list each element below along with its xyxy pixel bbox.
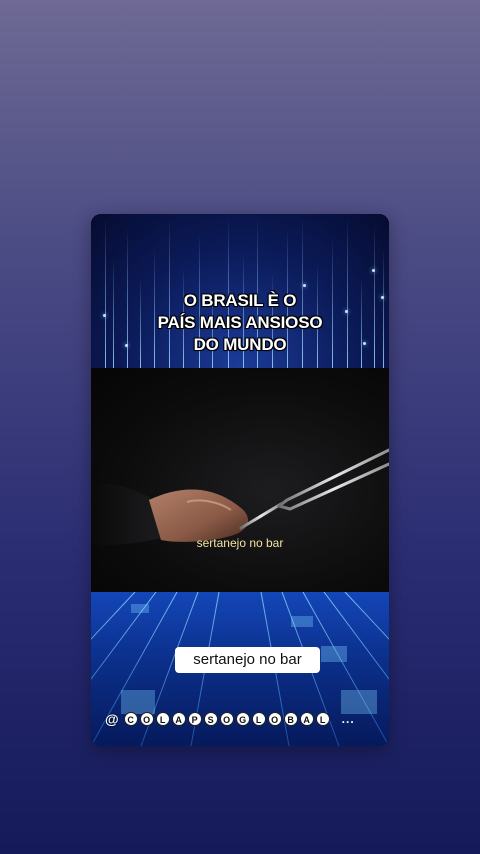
handle-letter: O [219, 712, 234, 726]
handle-letter: C [123, 712, 138, 726]
light-dot [303, 284, 306, 287]
tuning-fork-icon [239, 448, 389, 530]
headline-panel: O BRASIL È O PAÍS MAIS ANSIOSO DO MUNDO [91, 214, 389, 368]
caption-label: sertanejo no bar [175, 647, 320, 673]
hand-shape [149, 489, 249, 542]
hand-tuning-fork-illustration [91, 448, 389, 545]
light-dot [372, 269, 375, 272]
video-subtitle: sertanejo no bar [196, 536, 284, 550]
handle-letter: O [139, 712, 154, 726]
handle-letter: A [171, 712, 186, 726]
headline-text: O BRASIL È O PAÍS MAIS ANSIOSO DO MUNDO [91, 290, 389, 356]
handle-letter: S [203, 712, 218, 726]
handle-letter: P [187, 712, 202, 726]
handle-letter: O [267, 712, 282, 726]
handle-letter: A [299, 712, 314, 726]
handle-letter: L [315, 712, 330, 726]
handle-at-sign: @ [105, 711, 119, 727]
handle-letter: L [155, 712, 170, 726]
grid-panel: sertanejo no bar @ C O L A P S O G L O B… [91, 592, 389, 746]
handle-letter: B [283, 712, 298, 726]
channel-handle[interactable]: @ C O L A P S O G L O B A L ... [105, 711, 355, 727]
headline-line-2: PAÍS MAIS ANSIOSO [157, 313, 323, 332]
video-card[interactable]: O BRASIL È O PAÍS MAIS ANSIOSO DO MUNDO [91, 214, 389, 746]
headline-line-1: O BRASIL È O [183, 291, 297, 310]
handle-letter: G [235, 712, 250, 726]
headline-line-3: DO MUNDO [193, 335, 287, 354]
handle-letter: L [251, 712, 266, 726]
video-frame: sertanejo no bar [91, 368, 389, 592]
more-ellipsis[interactable]: ... [342, 712, 355, 726]
